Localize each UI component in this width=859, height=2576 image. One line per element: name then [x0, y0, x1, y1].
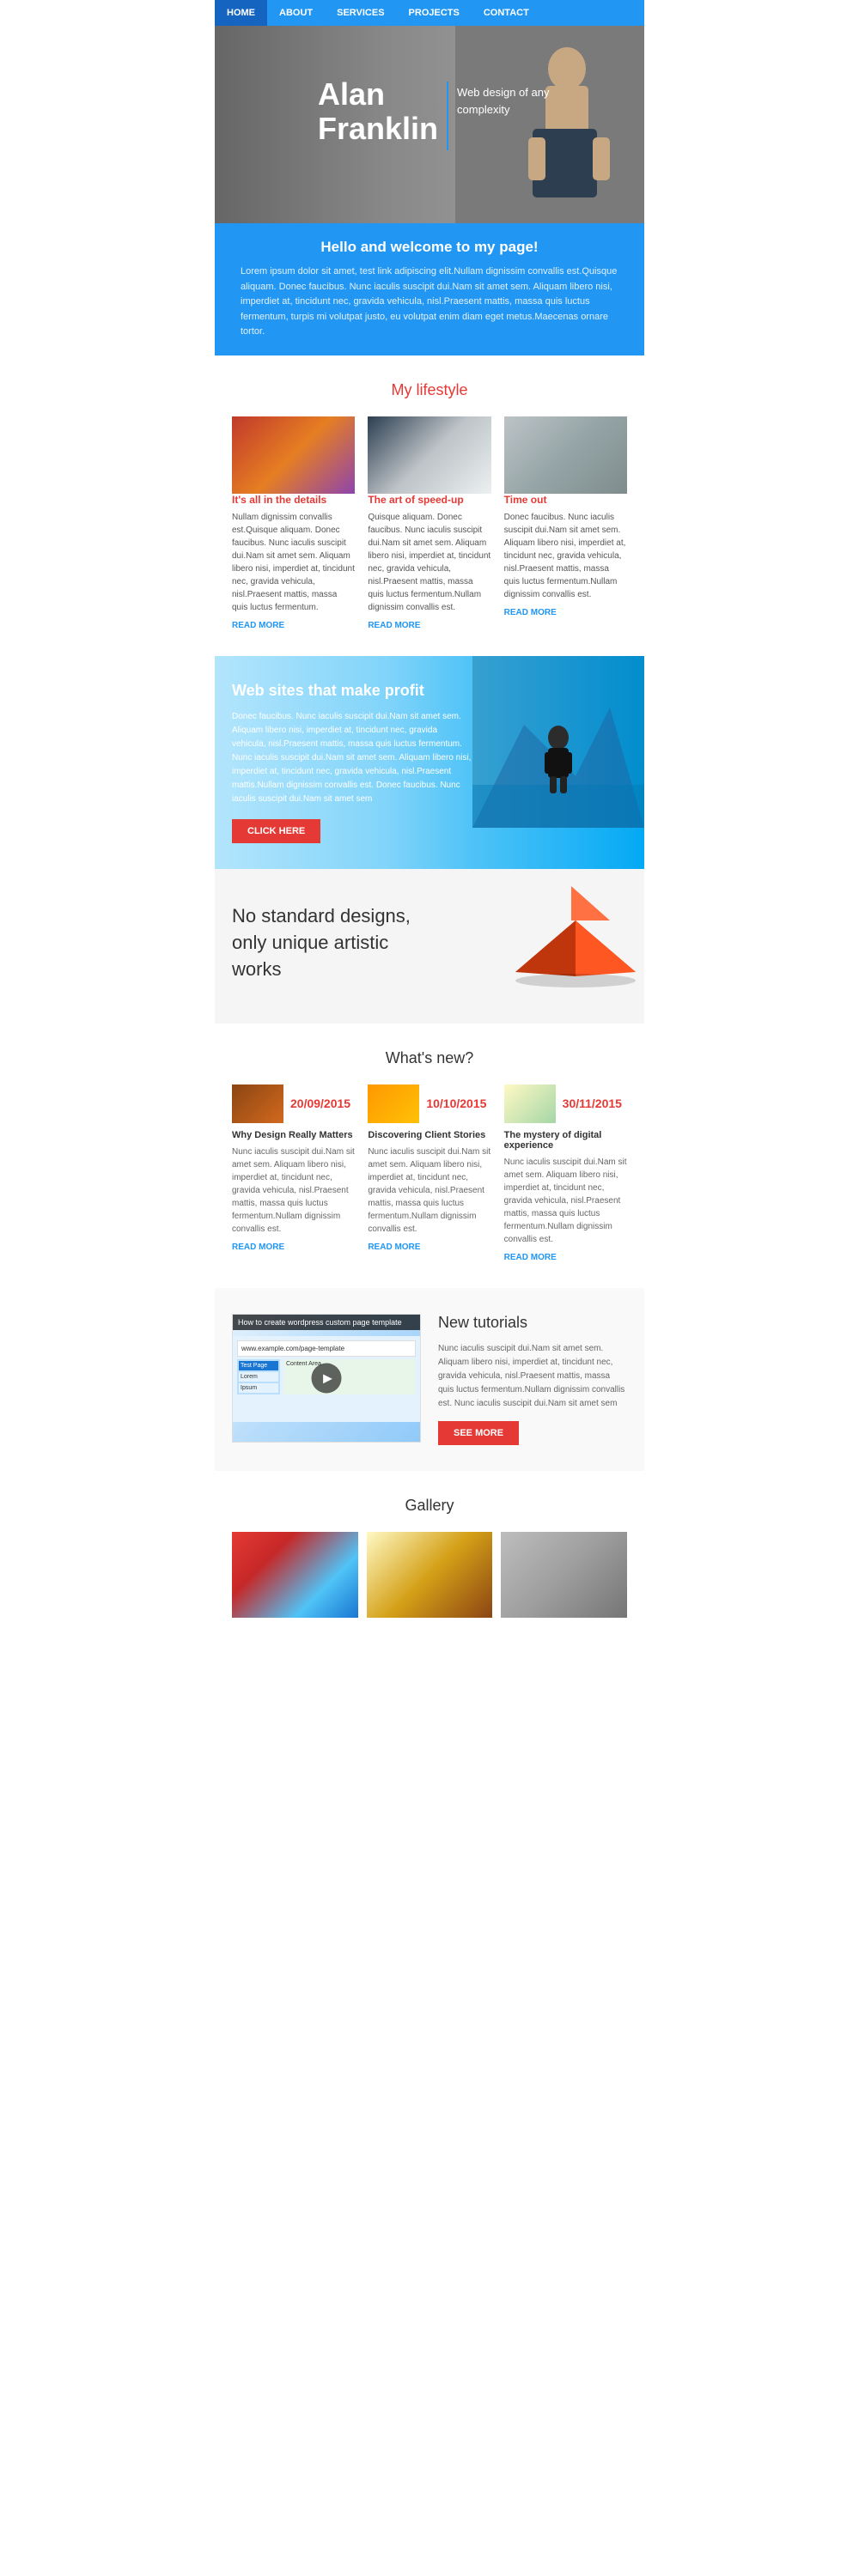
- news-read-more-3[interactable]: READ MORE: [504, 1253, 627, 1262]
- click-here-button[interactable]: CLICK HERE: [232, 819, 320, 843]
- tutorials-inner: How to create wordpress custom page temp…: [232, 1314, 627, 1445]
- news-item-3: 30/11/2015 The mystery of digital experi…: [504, 1084, 627, 1262]
- news-body-2: Nunc iaculis suscipit dui.Nam sit amet s…: [368, 1145, 490, 1236]
- news-thumb-row-2: 10/10/2015: [368, 1084, 490, 1123]
- lifestyle-read-more-3[interactable]: READ MORE: [504, 608, 627, 617]
- whats-new-title: What's new?: [232, 1049, 627, 1067]
- news-thumbnail-1: [232, 1084, 283, 1123]
- lifestyle-image-3: [504, 416, 627, 494]
- welcome-banner: Hello and welcome to my page! Lorem ipsu…: [215, 223, 644, 355]
- lifestyle-read-more-2[interactable]: READ MORE: [368, 621, 490, 630]
- lifestyle-item-3-title: Time out: [504, 494, 627, 506]
- hero-divider: [447, 82, 448, 150]
- see-more-button[interactable]: SEE MORE: [438, 1421, 519, 1445]
- lifestyle-title: My lifestyle: [232, 381, 627, 399]
- welcome-title: Hello and welcome to my page!: [241, 239, 618, 256]
- nav-home[interactable]: HOME: [215, 0, 267, 26]
- nav-services[interactable]: SERVICES: [325, 0, 396, 26]
- lifestyle-item-3: Time out Donec faucibus. Nunc iaculis su…: [504, 416, 627, 630]
- news-body-1: Nunc iaculis suscipit dui.Nam sit amet s…: [232, 1145, 355, 1236]
- nav-about[interactable]: ABOUT: [267, 0, 325, 26]
- news-thumbnail-3: [504, 1084, 556, 1123]
- lifestyle-item-2-title: The art of speed-up: [368, 494, 490, 506]
- lifestyle-grid: It's all in the details Nullam dignissim…: [232, 416, 627, 630]
- lifestyle-item-1-body: Nullam dignissim convallis est.Quisque a…: [232, 511, 355, 614]
- lifestyle-image-2: [368, 416, 490, 494]
- hero-subtitle: Web design of anycomplexity: [457, 84, 549, 118]
- tutorials-body: Nunc iaculis suscipit dui.Nam sit amet s…: [438, 1342, 627, 1411]
- profit-body: Donec faucibus. Nunc iaculis suscipit du…: [232, 710, 472, 806]
- lifestyle-image-1: [232, 416, 355, 494]
- video-main: Content Area: [284, 1359, 416, 1394]
- gallery-item-1[interactable]: [232, 1532, 358, 1618]
- news-title-1: Why Design Really Matters: [232, 1130, 355, 1140]
- profit-section: Web sites that make profit Donec faucibu…: [215, 656, 644, 869]
- video-browser-bar: www.example.com/page-template: [237, 1340, 416, 1357]
- tutorial-video-container: How to create wordpress custom page temp…: [232, 1314, 421, 1443]
- news-thumbnail-2: [368, 1084, 419, 1123]
- profit-person-image: [472, 656, 644, 828]
- news-item-2: 10/10/2015 Discovering Client Stories Nu…: [368, 1084, 490, 1262]
- lifestyle-item-3-body: Donec faucibus. Nunc iaculis suscipit du…: [504, 511, 627, 601]
- profit-title: Web sites that make profit: [232, 682, 472, 700]
- tutorials-section: How to create wordpress custom page temp…: [215, 1288, 644, 1471]
- nav-contact[interactable]: CONTACT: [472, 0, 541, 26]
- news-title-2: Discovering Client Stories: [368, 1130, 490, 1140]
- welcome-body: Lorem ipsum dolor sit amet, test link ad…: [241, 264, 618, 340]
- hero-name-line1: Alan: [318, 77, 438, 112]
- news-date-1: 20/09/2015: [290, 1097, 350, 1110]
- lifestyle-item-2: The art of speed-up Quisque aliquam. Don…: [368, 416, 490, 630]
- navigation: HOME ABOUT SERVICES PROJECTS CONTACT: [215, 0, 644, 26]
- nav-projects[interactable]: PROJECTS: [397, 0, 472, 26]
- gallery-item-3[interactable]: [501, 1532, 627, 1618]
- hero-section: Alan Franklin Web design of anycomplexit…: [215, 26, 644, 223]
- video-thumbnail[interactable]: How to create wordpress custom page temp…: [232, 1314, 421, 1443]
- news-title-3: The mystery of digital experience: [504, 1130, 627, 1151]
- news-thumb-row-3: 30/11/2015: [504, 1084, 627, 1123]
- news-read-more-1[interactable]: READ MORE: [232, 1242, 355, 1252]
- news-item-1: 20/09/2015 Why Design Really Matters Nun…: [232, 1084, 355, 1262]
- video-sidebar: Test Page Lorem Ipsum: [237, 1359, 280, 1394]
- news-grid: 20/09/2015 Why Design Really Matters Nun…: [232, 1084, 627, 1262]
- lifestyle-item-1: It's all in the details Nullam dignissim…: [232, 416, 355, 630]
- hero-text: Alan Franklin Web design of anycomplexit…: [318, 77, 549, 150]
- video-title: How to create wordpress custom page temp…: [233, 1315, 420, 1330]
- lifestyle-read-more-1[interactable]: READ MORE: [232, 621, 355, 630]
- whats-new-section: What's new? 20/09/2015 Why Design Really…: [215, 1024, 644, 1288]
- artistic-section: No standard designs, only unique artisti…: [215, 869, 644, 1024]
- news-read-more-2[interactable]: READ MORE: [368, 1242, 490, 1252]
- tutorial-content: New tutorials Nunc iaculis suscipit dui.…: [438, 1314, 627, 1445]
- gallery-grid: [232, 1532, 627, 1618]
- lifestyle-item-1-title: It's all in the details: [232, 494, 355, 506]
- news-date-2: 10/10/2015: [426, 1097, 486, 1110]
- paper-boat-image: [490, 878, 644, 1006]
- news-thumb-row-1: 20/09/2015: [232, 1084, 355, 1123]
- news-body-3: Nunc iaculis suscipit dui.Nam sit amet s…: [504, 1156, 627, 1246]
- gallery-item-2[interactable]: [367, 1532, 493, 1618]
- gallery-title: Gallery: [232, 1497, 627, 1515]
- lifestyle-item-2-body: Quisque aliquam. Donec faucibus. Nunc ia…: [368, 511, 490, 614]
- lifestyle-section: My lifestyle It's all in the details Nul…: [215, 355, 644, 656]
- gallery-section: Gallery: [215, 1471, 644, 1643]
- news-date-3: 30/11/2015: [563, 1097, 622, 1110]
- artistic-text: No standard designs, only unique artisti…: [232, 903, 421, 982]
- video-play-button[interactable]: [312, 1363, 342, 1393]
- hero-name-line2: Franklin: [318, 112, 438, 146]
- tutorials-title: New tutorials: [438, 1314, 627, 1332]
